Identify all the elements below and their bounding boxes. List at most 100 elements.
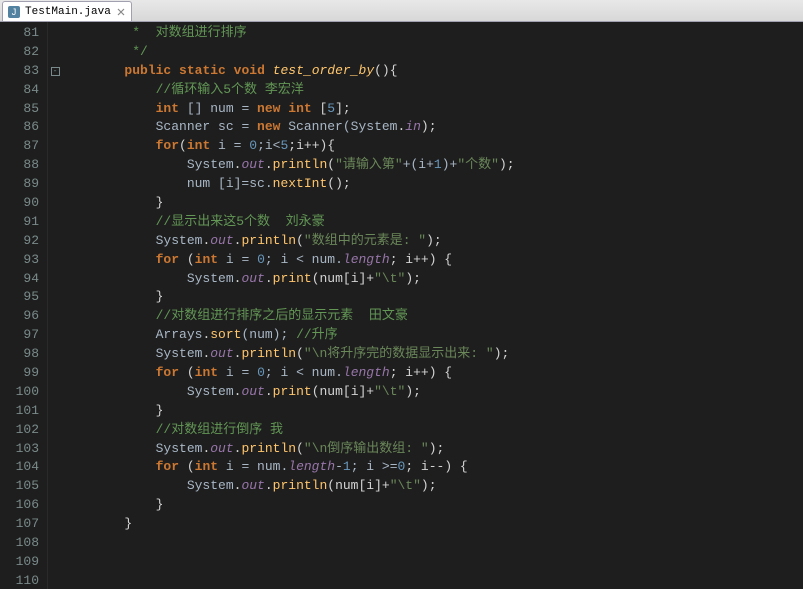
code-line[interactable]: //对数组进行排序之后的显示元素 田文豪 — [62, 307, 803, 326]
line-number: 106 — [0, 496, 39, 515]
fold-row — [48, 477, 62, 496]
code-area[interactable]: * 对数组进行排序 */ public static void test_ord… — [62, 22, 803, 589]
fold-row — [48, 553, 62, 572]
code-line[interactable]: } — [62, 194, 803, 213]
fold-toggle-icon[interactable]: - — [51, 67, 60, 76]
code-line[interactable]: System.out.println("请输入第"+(i+1)+"个数"); — [62, 156, 803, 175]
code-line[interactable] — [62, 572, 803, 589]
fold-row — [48, 213, 62, 232]
fold-row — [48, 100, 62, 119]
fold-row — [48, 383, 62, 402]
line-number: 81 — [0, 24, 39, 43]
line-number: 90 — [0, 194, 39, 213]
line-number: 84 — [0, 81, 39, 100]
svg-text:J: J — [12, 7, 17, 17]
code-line[interactable]: System.out.print(num[i]+"\t"); — [62, 270, 803, 289]
code-line[interactable]: } — [62, 515, 803, 534]
tab-bar: J TestMain.java — [0, 0, 803, 22]
code-line[interactable]: Arrays.sort(num); //升序 — [62, 326, 803, 345]
code-line[interactable]: int [] num = new int [5]; — [62, 100, 803, 119]
fold-row — [48, 534, 62, 553]
code-line[interactable]: //显示出来这5个数 刘永豪 — [62, 213, 803, 232]
line-number: 96 — [0, 307, 39, 326]
code-line[interactable]: Scanner sc = new Scanner(System.in); — [62, 118, 803, 137]
code-line[interactable]: for (int i = num.length-1; i >=0; i--) { — [62, 458, 803, 477]
fold-row — [48, 364, 62, 383]
fold-row — [48, 232, 62, 251]
line-number: 101 — [0, 402, 39, 421]
line-number: 109 — [0, 553, 39, 572]
fold-row — [48, 307, 62, 326]
code-line[interactable]: num [i]=sc.nextInt(); — [62, 175, 803, 194]
code-line[interactable]: } — [62, 496, 803, 515]
line-number: 93 — [0, 251, 39, 270]
line-number: 85 — [0, 100, 39, 119]
fold-row — [48, 496, 62, 515]
line-number: 105 — [0, 477, 39, 496]
line-number: 88 — [0, 156, 39, 175]
fold-row — [48, 24, 62, 43]
line-number: 107 — [0, 515, 39, 534]
code-line[interactable]: public static void test_order_by(){ — [62, 62, 803, 81]
line-number: 110 — [0, 572, 39, 591]
file-tab-testmain[interactable]: J TestMain.java — [2, 1, 132, 21]
fold-row — [48, 194, 62, 213]
code-line[interactable]: } — [62, 288, 803, 307]
fold-row — [48, 270, 62, 289]
code-line[interactable]: * 对数组进行排序 — [62, 24, 803, 43]
code-line[interactable]: System.out.print(num[i]+"\t"); — [62, 383, 803, 402]
line-number: 99 — [0, 364, 39, 383]
fold-row — [48, 440, 62, 459]
tab-label: TestMain.java — [25, 6, 111, 18]
code-line[interactable]: */ — [62, 43, 803, 62]
line-number: 98 — [0, 345, 39, 364]
fold-row: - — [48, 62, 62, 81]
fold-row — [48, 458, 62, 477]
code-line[interactable] — [62, 553, 803, 572]
fold-column: - — [48, 22, 62, 589]
code-line[interactable]: System.out.println("\n倒序输出数组: "); — [62, 440, 803, 459]
line-number: 103 — [0, 440, 39, 459]
fold-row — [48, 156, 62, 175]
line-number: 104 — [0, 458, 39, 477]
fold-row — [48, 572, 62, 591]
close-icon[interactable] — [115, 6, 127, 18]
fold-row — [48, 288, 62, 307]
fold-row — [48, 345, 62, 364]
line-number: 100 — [0, 383, 39, 402]
line-number: 91 — [0, 213, 39, 232]
fold-row — [48, 251, 62, 270]
line-number: 97 — [0, 326, 39, 345]
line-number: 87 — [0, 137, 39, 156]
code-line[interactable]: for (int i = 0; i < num.length; i++) { — [62, 364, 803, 383]
fold-row — [48, 137, 62, 156]
line-number: 83 — [0, 62, 39, 81]
line-number: 82 — [0, 43, 39, 62]
code-line[interactable] — [62, 534, 803, 553]
fold-row — [48, 421, 62, 440]
line-number: 94 — [0, 270, 39, 289]
code-line[interactable]: } — [62, 402, 803, 421]
code-line[interactable]: System.out.println(num[i]+"\t"); — [62, 477, 803, 496]
line-number: 86 — [0, 118, 39, 137]
code-line[interactable]: //循环输入5个数 李宏洋 — [62, 81, 803, 100]
code-line[interactable]: System.out.println("\n将升序完的数据显示出来: "); — [62, 345, 803, 364]
code-line[interactable]: for(int i = 0;i<5;i++){ — [62, 137, 803, 156]
code-line[interactable]: System.out.println("数组中的元素是: "); — [62, 232, 803, 251]
java-file-icon: J — [7, 5, 21, 19]
fold-row — [48, 402, 62, 421]
fold-row — [48, 43, 62, 62]
code-line[interactable]: for (int i = 0; i < num.length; i++) { — [62, 251, 803, 270]
line-number-gutter: 8182838485868788899091929394959697989910… — [0, 22, 48, 589]
line-number: 89 — [0, 175, 39, 194]
fold-row — [48, 81, 62, 100]
line-number: 95 — [0, 288, 39, 307]
line-number: 108 — [0, 534, 39, 553]
line-number: 102 — [0, 421, 39, 440]
fold-row — [48, 118, 62, 137]
line-number: 92 — [0, 232, 39, 251]
code-editor[interactable]: 8182838485868788899091929394959697989910… — [0, 22, 803, 589]
code-line[interactable]: //对数组进行倒序 我 — [62, 421, 803, 440]
fold-row — [48, 175, 62, 194]
fold-row — [48, 515, 62, 534]
